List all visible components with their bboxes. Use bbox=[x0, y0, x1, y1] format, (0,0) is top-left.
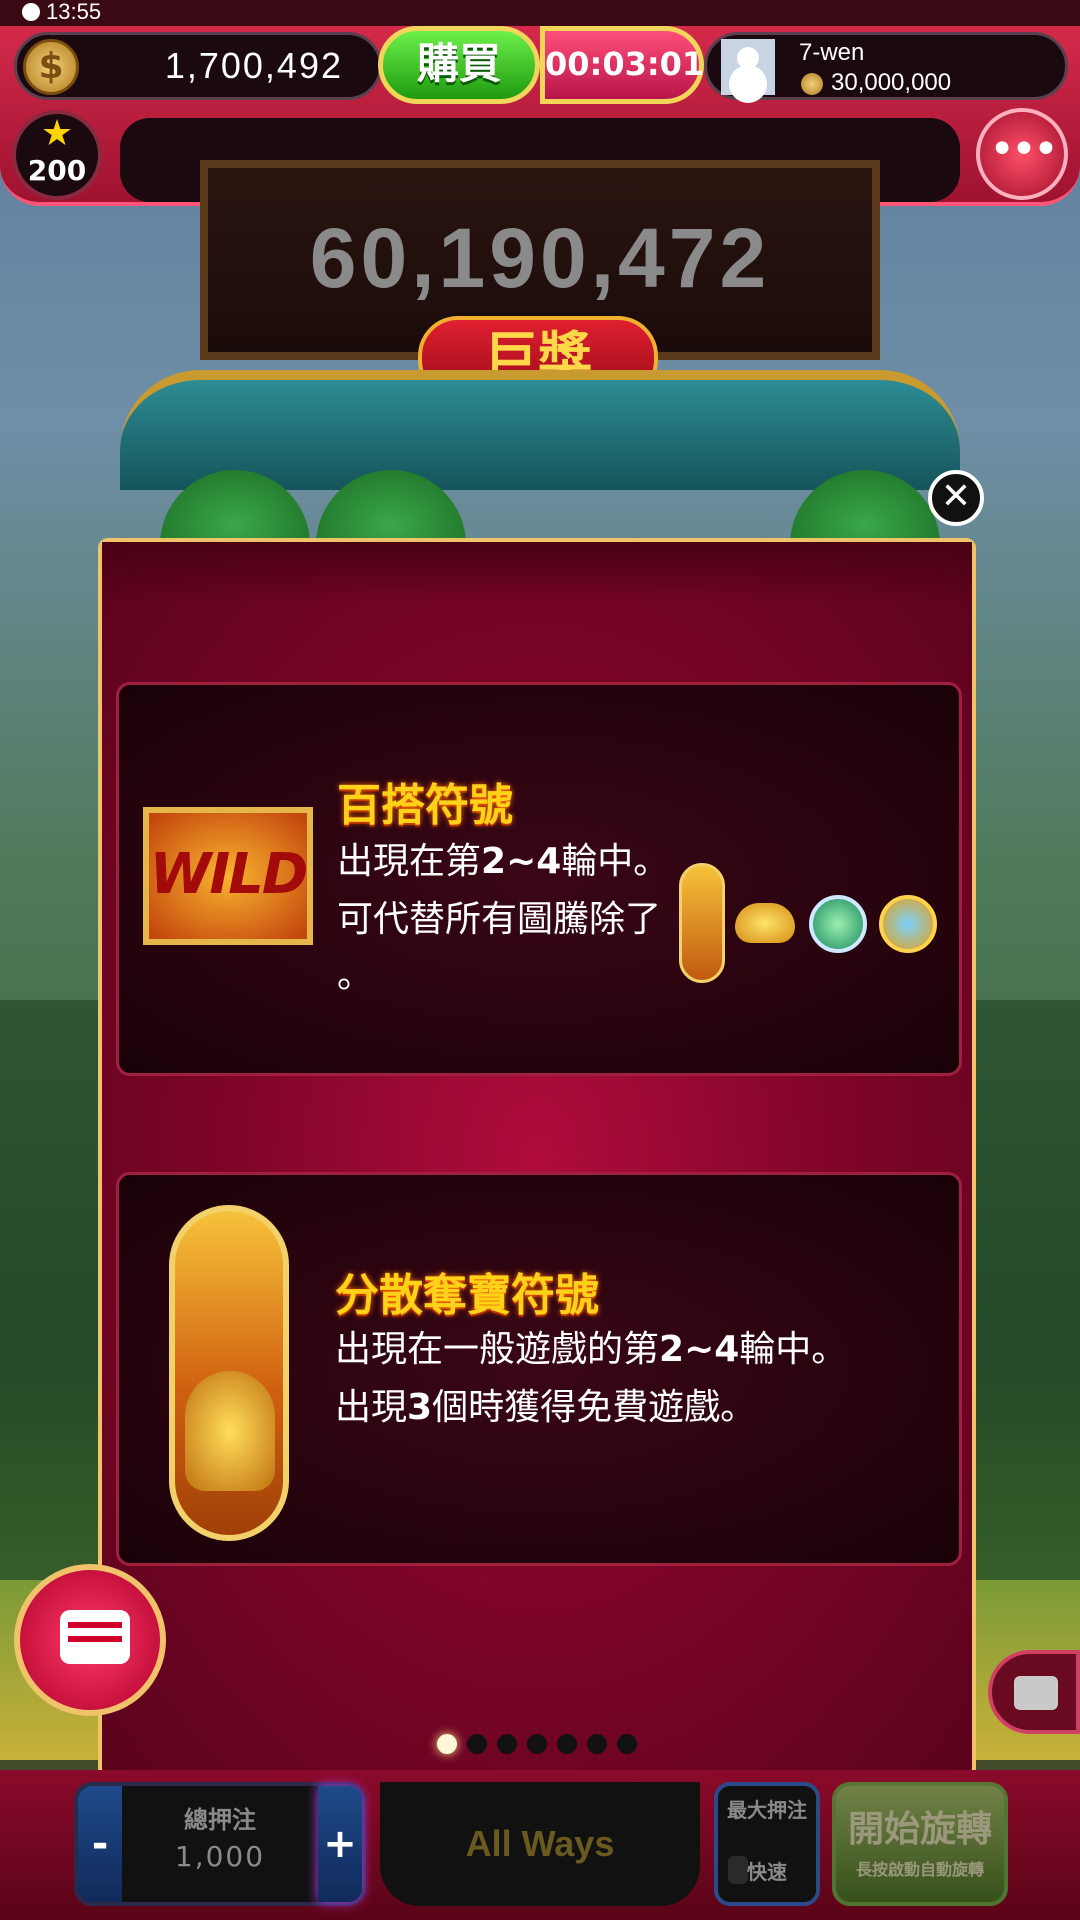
scatter-symbol-icon bbox=[679, 863, 725, 983]
game-screen: 13:55 $ 1,700,492 購買 00:03:01 7-wen 30,0… bbox=[0, 0, 1080, 1920]
page-dot[interactable] bbox=[557, 1734, 577, 1754]
page-dot[interactable] bbox=[497, 1734, 517, 1754]
briefcase-button[interactable] bbox=[988, 1650, 1080, 1734]
gold-ingot-icon bbox=[735, 903, 795, 943]
spin-label: 開始旋轉 bbox=[847, 1809, 992, 1850]
coin-icon bbox=[801, 73, 823, 95]
coin-balance-bar: $ 1,700,492 bbox=[14, 32, 382, 100]
scatter-symbol-icon bbox=[169, 1205, 289, 1541]
scatter-symbol-card: 分散奪寶符號 出現在一般遊戲的第2~4輪中。 出現3個時獲得免費遊戲。 bbox=[116, 1172, 962, 1566]
green-arrow-up-icon bbox=[809, 895, 867, 953]
wild-description-line2: 可代替所有圖騰除了 bbox=[337, 899, 662, 940]
treasure-pot-icon bbox=[185, 1371, 275, 1491]
close-button[interactable]: ✕ bbox=[928, 470, 984, 526]
wild-title: 百搭符號 bbox=[337, 780, 513, 831]
wild-description-line1: 出現在第2~4輪中。 bbox=[337, 841, 670, 882]
status-time: 13:55 bbox=[46, 0, 102, 24]
chat-button[interactable] bbox=[14, 1564, 166, 1716]
wild-symbol-card: WILD 百搭符號 出現在第2~4輪中。 可代替所有圖騰除了 。 bbox=[116, 682, 962, 1076]
dollar-coin-icon: $ bbox=[23, 39, 79, 95]
page-indicator bbox=[102, 1734, 972, 1758]
more-menu-button[interactable]: ••• bbox=[976, 108, 1068, 200]
page-dot[interactable] bbox=[617, 1734, 637, 1754]
user-coins: 30,000,000 bbox=[831, 69, 952, 96]
page-dot[interactable] bbox=[587, 1734, 607, 1754]
total-bet-control: - 總押注 1,000 + bbox=[74, 1782, 366, 1906]
scatter-description-line2: 出現3個時獲得免費遊戲。 bbox=[335, 1387, 757, 1428]
all-ways-indicator: All Ways bbox=[380, 1782, 700, 1906]
avatar[interactable] bbox=[721, 39, 775, 95]
spin-button[interactable]: 開始旋轉 長按啟動自動旋轉 bbox=[832, 1782, 1008, 1906]
buy-button[interactable]: 購買 bbox=[378, 26, 540, 104]
page-dot[interactable] bbox=[437, 1734, 457, 1754]
status-bar: 13:55 bbox=[0, 0, 1080, 26]
page-dot[interactable] bbox=[527, 1734, 547, 1754]
level-badge[interactable]: ★ 200 bbox=[12, 110, 102, 200]
increase-bet-button[interactable]: + bbox=[318, 1786, 362, 1902]
fast-label: 快速 bbox=[747, 1860, 787, 1884]
chat-bubble-icon bbox=[60, 1610, 130, 1664]
scatter-title: 分散奪寶符號 bbox=[335, 1270, 599, 1321]
level-number: 200 bbox=[27, 154, 87, 187]
wild-description-line3: 。 bbox=[337, 955, 374, 996]
wild-symbol-icon: WILD bbox=[143, 807, 313, 945]
clock-icon bbox=[22, 3, 40, 21]
jackpot-value: 60,190,472 bbox=[309, 211, 771, 305]
paytable-modal: WILD 百搭符號 出現在第2~4輪中。 可代替所有圖騰除了 。 分散奪寶符號 … bbox=[98, 538, 976, 1778]
max-bet-control: 最大押注 快速 bbox=[714, 1782, 820, 1906]
coin-balance: 1,700,492 bbox=[164, 45, 343, 86]
star-icon: ★ bbox=[40, 113, 74, 154]
scatter-description-line1: 出現在一般遊戲的第2~4輪中。 bbox=[335, 1329, 848, 1370]
user-profile-bar[interactable]: 7-wen 30,000,000 bbox=[704, 32, 1068, 100]
auto-spin-hint: 長按啟動自動旋轉 bbox=[855, 1860, 984, 1879]
blue-arrow-down-icon bbox=[879, 895, 937, 953]
briefcase-icon bbox=[1014, 1676, 1058, 1710]
user-name: 7-wen bbox=[799, 39, 865, 66]
page-dot[interactable] bbox=[467, 1734, 487, 1754]
bonus-timer[interactable]: 00:03:01 bbox=[540, 26, 704, 104]
max-bet-button[interactable]: 最大押注 bbox=[718, 1794, 816, 1823]
